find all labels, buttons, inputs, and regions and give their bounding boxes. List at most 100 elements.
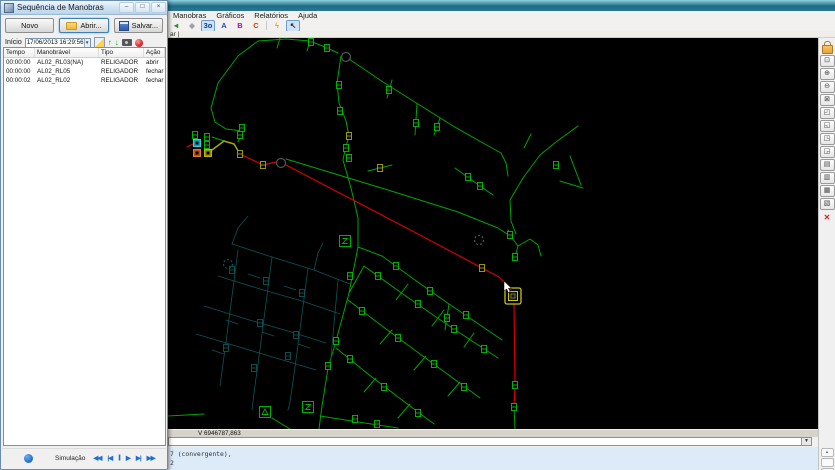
close-map-button[interactable]: ✕ (824, 214, 831, 222)
chevron-down-icon[interactable]: ▼ (801, 438, 811, 445)
close-button[interactable]: × (151, 2, 166, 13)
map-coordinate-bar: V 6946787,863 (168, 429, 818, 437)
network-line-g (501, 153, 508, 176)
table-cell: RELIGADOR (99, 67, 144, 76)
table-header[interactable]: TempoManobrávelTipoAção (4, 48, 165, 58)
table-row[interactable]: 00:00:02AL02_RL02RELIGADORfechar (4, 76, 165, 85)
network-line-g (464, 333, 474, 347)
table-body: 00:00:00AL02_RL03(NA)RELIGADORabrir00:00… (4, 58, 165, 85)
previous-view-button[interactable]: ◱ (820, 120, 835, 132)
zoom-window-button[interactable]: ⊡ (820, 55, 835, 67)
zoom-out-button[interactable]: ⊖ (820, 81, 835, 93)
network-line-g (364, 378, 376, 392)
nav-back-icon[interactable]: ◄ (169, 20, 183, 32)
source-symbol-core (196, 142, 199, 145)
table-cell: AL02_RL05 (35, 67, 99, 76)
menu-relatorios[interactable]: Relatórios (249, 11, 293, 20)
phase-a-button[interactable]: A (217, 20, 231, 32)
legend-button[interactable]: ▧ (820, 198, 835, 210)
zoom-in-button[interactable]: ⊕ (820, 68, 835, 80)
play-button[interactable]: ▶ (126, 454, 130, 462)
phase-c-button[interactable]: C (249, 20, 263, 32)
column-header[interactable]: Ação (144, 48, 165, 57)
network-line-g (358, 247, 382, 256)
menu-bar: ManobrasGráficosRelatóriosAjuda (168, 11, 835, 20)
step-forward-button[interactable]: ▶| (136, 454, 141, 462)
fast-forward-button[interactable]: ▶▶ (147, 454, 155, 462)
table-row[interactable]: 00:00:00AL02_RL05RELIGADORfechar (4, 67, 165, 76)
network-line-g (286, 159, 510, 236)
network-line-r (187, 144, 193, 147)
network-line-g (212, 137, 224, 141)
network-line-t (232, 244, 350, 284)
grid-button[interactable]: ▦ (820, 185, 835, 197)
abrir-button[interactable]: Abrir... (59, 18, 108, 33)
scroll-thumb[interactable] (821, 458, 834, 467)
minimize-button[interactable]: – (119, 2, 134, 13)
network-line-t (284, 286, 296, 290)
phase-b-button[interactable]: B (233, 20, 247, 32)
network-line-g (510, 126, 578, 234)
move-down-button[interactable]: ↓ (115, 38, 119, 47)
network-line-g (414, 356, 426, 370)
network-line-r (514, 304, 515, 407)
network-line-t (218, 276, 340, 314)
node-circle (342, 53, 351, 62)
pointer-button[interactable]: ↖ (286, 20, 300, 32)
novo-button[interactable]: Novo (5, 18, 54, 33)
network-line-g (364, 266, 498, 358)
pan-button[interactable]: ◰ (820, 107, 835, 119)
rewind-button[interactable]: ◀◀ (93, 454, 101, 462)
record-button[interactable] (135, 39, 143, 47)
column-header[interactable]: Manobrável (35, 48, 99, 57)
map-canvas[interactable] (168, 38, 818, 429)
snapshot-button[interactable] (122, 39, 132, 46)
maneuver-table[interactable]: TempoManobrávelTipoAção 00:00:00AL02_RL0… (3, 47, 166, 446)
salvar-button[interactable]: Salvar... (114, 18, 163, 33)
log-panel: 7 (convergente),2 (168, 447, 818, 470)
pause-button[interactable]: || (118, 454, 120, 462)
table-row[interactable]: 00:00:00AL02_RL03(NA)RELIGADORabrir (4, 58, 165, 67)
log-scrollbar[interactable]: ▲ ▼ (818, 447, 835, 470)
menu-ajuda[interactable]: Ajuda (293, 11, 322, 20)
menu-manobras[interactable]: Manobras (168, 11, 211, 20)
lock-button[interactable] (822, 41, 833, 54)
simulation-status-icon[interactable] (24, 454, 33, 463)
refresh-view-button[interactable]: ◲ (820, 146, 835, 158)
network-line-g (380, 330, 392, 344)
command-input-bar: ▼ (168, 437, 818, 447)
folder-icon (66, 22, 77, 30)
network-line-r (240, 154, 276, 165)
layers-button[interactable]: ▤ (820, 159, 835, 171)
network-line-g (448, 382, 460, 396)
fault-button[interactable]: ϟ (270, 20, 284, 32)
dialog-titlebar[interactable]: Sequência de Manobras – □ × (1, 1, 167, 15)
scroll-up-icon[interactable]: ▲ (821, 448, 834, 457)
network-line-t (248, 274, 260, 278)
start-datetime-combo[interactable]: 17/06/2013 16:29:56 ▼ (25, 38, 91, 48)
network-line-t (226, 320, 238, 324)
command-input[interactable]: ▼ (168, 437, 812, 446)
menu-graficos[interactable]: Gráficos (211, 11, 249, 20)
labels-button[interactable]: ▥ (820, 172, 835, 184)
step-back-button[interactable]: |◀ (107, 454, 112, 462)
network-line-t (220, 250, 238, 386)
compass-icon[interactable]: ◆ (185, 20, 199, 32)
source-symbol-core (196, 152, 199, 155)
chevron-down-icon[interactable]: ▼ (84, 39, 90, 47)
network-line-g (570, 156, 581, 185)
table-cell: RELIGADOR (99, 58, 144, 67)
next-view-button[interactable]: ◳ (820, 133, 835, 145)
three-phase-button[interactable]: 3o (201, 20, 215, 32)
column-header[interactable]: Tipo (99, 48, 144, 57)
network-line-t (212, 350, 224, 354)
table-cell: AL02_RL02 (35, 76, 99, 85)
app-screen: ManobrasGráficosRelatóriosAjuda ◄◆3oABCϟ… (0, 0, 835, 470)
column-header[interactable]: Tempo (4, 48, 35, 57)
node-circle (475, 236, 484, 245)
network-line-t (232, 216, 248, 244)
maximize-button[interactable]: □ (135, 2, 150, 13)
move-up-button[interactable]: ↑ (108, 38, 112, 47)
zoom-extent-button[interactable]: ⊠ (820, 94, 835, 106)
network-line-g (455, 168, 493, 195)
